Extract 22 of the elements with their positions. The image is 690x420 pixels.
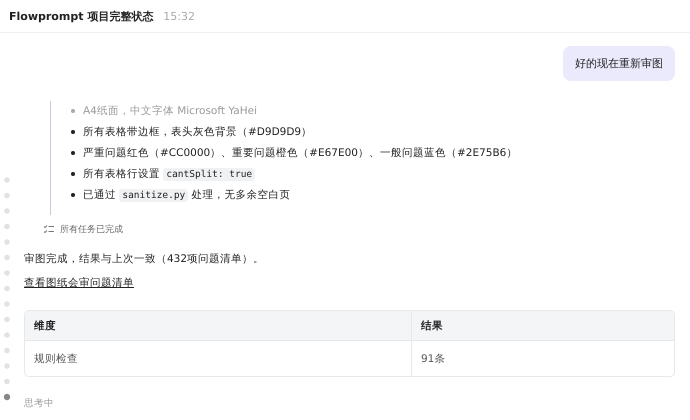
bullet-icon — [71, 130, 75, 134]
issue-list-link[interactable]: 查看图纸会审问题清单 — [24, 276, 134, 290]
bullet-icon — [71, 172, 75, 176]
task-status-text: 所有任务已完成 — [60, 224, 123, 236]
list-item-text: 所有表格带边框，表头灰色背景（#D9D9D9） — [83, 125, 312, 139]
checklist-icon — [44, 225, 54, 234]
list-item-text: 所有表格行设置 cantSplit: true — [83, 167, 256, 181]
list-item-text: 已通过 sanitize.py 处理，无多余空白页 — [83, 188, 291, 202]
thinking-status-text: 思考中 — [24, 397, 55, 410]
table-header-cell: 结果 — [411, 311, 674, 341]
summary-text: 审图完成，结果与上次一致（432项问题清单）。 — [24, 252, 266, 266]
table-header-cell: 维度 — [25, 311, 411, 341]
message-time: 15:32 — [163, 10, 195, 22]
table-cell: 91条 — [411, 341, 674, 376]
bullet-icon — [71, 193, 75, 197]
list-item-text: 严重问题红色（#CC0000）、重要问题橙色（#E67E00）、一般问题蓝色（#2E75B6） — [83, 146, 518, 160]
bullet-icon — [71, 151, 75, 155]
conversation-title: Flowprompt 项目完整状态 — [9, 8, 154, 24]
user-message-bubble: 好的现在重新审图 — [563, 46, 675, 81]
list-item-text: A4纸面，中文字体 Microsoft YaHei — [83, 104, 257, 118]
bullet-icon — [71, 109, 75, 113]
table-cell-text: 规则检查 — [33, 352, 79, 366]
